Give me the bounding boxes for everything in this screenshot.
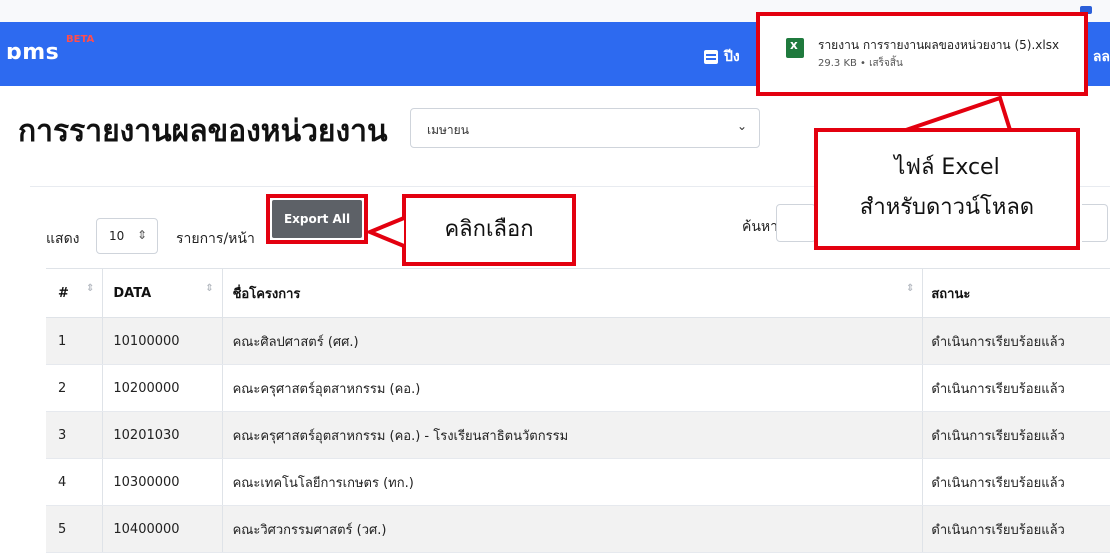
cell-status: ดำเนินการเรียบร้อยแล้ว	[922, 364, 1110, 412]
download-file-name[interactable]: รายงาน การรายงานผลของหน่วยงาน (5).xlsx	[818, 36, 1059, 55]
cell-num: 2	[46, 364, 103, 412]
calendar-icon	[704, 50, 718, 64]
download-file-meta: 29.3 KB • เสร็จสิ้น	[818, 58, 903, 69]
entries-select-value: 10	[109, 229, 125, 243]
excel-callout-pointer	[905, 96, 1012, 132]
cell-data: 10400000	[102, 505, 223, 553]
header-status-label: สถานะ	[931, 286, 971, 302]
cell-data: 10100000	[102, 317, 223, 365]
header-data-label: DATA	[113, 285, 152, 301]
nav-item-right[interactable]: ลล	[1093, 46, 1110, 68]
month-select[interactable]: เมษายน ⌄	[410, 108, 760, 148]
entries-select[interactable]: 10 ⇕	[96, 218, 158, 254]
cell-num: 5	[46, 505, 103, 553]
header-data[interactable]: DATA ⇕	[102, 268, 223, 318]
export-all-button[interactable]: Export All	[272, 200, 362, 238]
cell-name: คณะครุศาสตร์อุตสาหกรรม (คอ.)	[221, 364, 923, 412]
cell-status: ดำเนินการเรียบร้อยแล้ว	[922, 411, 1110, 459]
cell-num: 1	[46, 317, 103, 365]
beta-badge: BETA	[66, 34, 95, 45]
search-input[interactable]	[776, 204, 816, 242]
cell-num: 4	[46, 458, 103, 506]
excel-callout-line2: สำหรับดาวน์โหลด	[859, 195, 1035, 220]
search-input-end[interactable]	[1082, 204, 1108, 242]
report-table: # ⇕ DATA ⇕ ชื่อโครงการ ⇕ สถานะ 1 10100000 ค…	[46, 268, 1110, 553]
show-label: แสดง	[46, 231, 80, 247]
click-callout: คลิกเลือก	[402, 194, 576, 266]
excel-callout: ไฟล์ Excel สำหรับดาวน์โหลด	[814, 128, 1080, 250]
cell-name: คณะศิลปศาสตร์ (ศศ.)	[221, 317, 923, 365]
chevron-down-icon: ⌄	[736, 119, 747, 133]
table-row[interactable]: 4 10300000 คณะเทคโนโลยีการเกษตร (ทก.) ดำ…	[46, 458, 1110, 506]
cell-status: ดำเนินการเรียบร้อยแล้ว	[922, 458, 1110, 506]
table-row[interactable]: 1 10100000 คณะศิลปศาสตร์ (ศศ.) ดำเนินการ…	[46, 317, 1110, 365]
header-project-name[interactable]: ชื่อโครงการ ⇕	[221, 268, 923, 318]
header-project-name-label: ชื่อโครงการ	[232, 286, 301, 302]
cell-status: ดำเนินการเรียบร้อยแล้ว	[922, 317, 1110, 365]
cell-num: 3	[46, 411, 103, 459]
sort-icon: ⇕	[205, 283, 214, 294]
sort-icon: ⇕	[905, 283, 915, 294]
header-num-label: #	[58, 285, 69, 301]
download-popup[interactable]: รายงาน การรายงานผลของหน่วยงาน (5).xlsx 2…	[756, 12, 1088, 96]
table-header-row: # ⇕ DATA ⇕ ชื่อโครงการ ⇕ สถานะ	[46, 268, 1110, 318]
table-row[interactable]: 5 10400000 คณะวิศวกรรมศาสตร์ (วศ.) ดำเนิ…	[46, 505, 1110, 553]
cell-data: 10200000	[102, 364, 223, 412]
nav-item-calendar-label: ปีง	[724, 49, 740, 65]
per-page-label: รายการ/หน้า	[176, 231, 255, 247]
month-select-value: เมษายน	[427, 123, 469, 137]
cell-name: คณะวิศวกรรมศาสตร์ (วศ.)	[221, 505, 923, 553]
header-status[interactable]: สถานะ	[922, 268, 1110, 318]
nav-item-calendar[interactable]: ปีง	[704, 46, 740, 68]
table-row[interactable]: 2 10200000 คณะครุศาสตร์อุตสาหกรรม (คอ.) …	[46, 364, 1110, 412]
excel-file-icon	[786, 38, 804, 58]
cell-data: 10300000	[102, 458, 223, 506]
sort-icon: ⇕	[85, 283, 95, 294]
header-num[interactable]: # ⇕	[46, 268, 103, 318]
cell-name: คณะเทคโนโลยีการเกษตร (ทก.)	[221, 458, 923, 506]
cell-status: ดำเนินการเรียบร้อยแล้ว	[922, 505, 1110, 553]
updown-arrow-icon: ⇕	[136, 228, 147, 242]
brand-name[interactable]: ɒms	[6, 40, 59, 65]
click-callout-pointer	[366, 216, 405, 248]
table-row[interactable]: 3 10201030 คณะครุศาสตร์อุตสาหกรรม (คอ.) …	[46, 411, 1110, 459]
excel-callout-line1: ไฟล์ Excel	[894, 155, 1000, 180]
cell-data: 10201030	[102, 411, 223, 459]
page-title: การรายงานผลของหน่วยงาน	[18, 114, 388, 149]
cell-name: คณะครุศาสตร์อุตสาหกรรม (คอ.) - โรงเรียนส…	[221, 411, 923, 459]
